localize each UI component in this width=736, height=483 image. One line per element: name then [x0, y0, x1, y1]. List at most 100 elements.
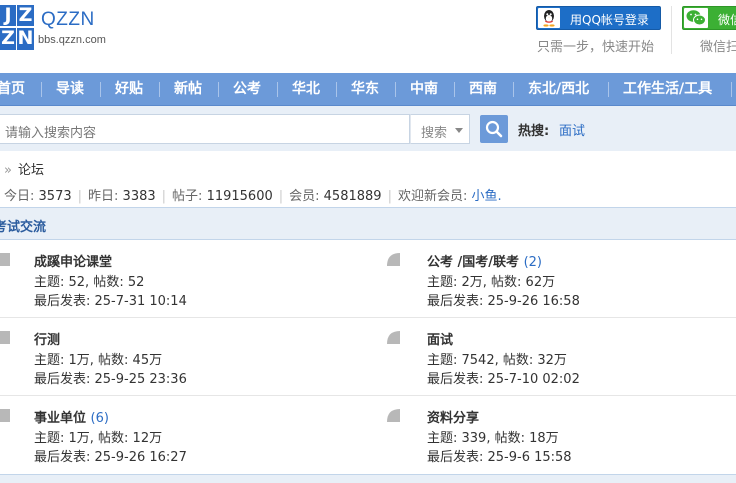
forum-item: 成蹊申论课堂 主题: 52, 帖数: 52 最后发表: 25-7-31 10:1…	[0, 240, 330, 310]
forum-title[interactable]: 行测	[34, 329, 60, 348]
forum-topics: 主题: 7542, 帖数: 32万	[427, 353, 567, 368]
forum-last-post[interactable]: 最后发表: 25-9-25 23:36	[34, 368, 187, 387]
nav-item-central-south[interactable]: 中南	[410, 73, 438, 106]
nav-item-civil-exam[interactable]: 公考	[233, 73, 261, 106]
search-type-select[interactable]: 搜索	[410, 114, 470, 144]
forum-topics: 主题: 1万, 帖数: 45万	[34, 353, 163, 368]
forum-topics: 主题: 339, 帖数: 18万	[427, 431, 559, 446]
forum-last-post[interactable]: 最后发表: 25-9-26 16:27	[34, 446, 187, 465]
forum-title[interactable]: 公考 /国考/联考 (2)	[427, 251, 542, 270]
forum-topics: 主题: 2万, 帖数: 62万	[427, 275, 556, 290]
wechat-login-subtext: 微信扫	[700, 40, 736, 55]
nav-item-east[interactable]: 华东	[351, 73, 379, 106]
stat-yesterday-label: 昨日:	[88, 189, 119, 204]
forum-icon	[387, 253, 400, 266]
forum-last-post[interactable]: 最后发表: 25-9-26 16:58	[427, 290, 580, 309]
wechat-login-button[interactable]: 微信	[682, 6, 736, 30]
qq-login-subtext: 只需一步，快速开始	[537, 40, 655, 55]
forum-list: 成蹊申论课堂 主题: 52, 帖数: 52 最后发表: 25-7-31 10:1…	[0, 240, 736, 474]
forum-last-post[interactable]: 最后发表: 25-7-10 02:02	[427, 368, 580, 387]
stat-posts-label: 帖子:	[172, 189, 203, 204]
nav-separator	[731, 82, 732, 97]
stat-yesterday-value: 3383	[122, 189, 156, 204]
wechat-login-label: 微信	[718, 13, 736, 27]
nav-separator	[277, 82, 278, 97]
forum-icon	[0, 253, 10, 266]
forum-icon	[0, 409, 10, 422]
search-bar: 请输入搜索内容 搜索 热搜: 面试	[0, 106, 736, 151]
site-logo[interactable]: J Z Z N	[0, 5, 34, 50]
forum-item: 资料分享 主题: 339, 帖数: 18万 最后发表: 25-9-6 15:58	[386, 396, 716, 466]
next-section-header	[0, 474, 736, 483]
site-header: J Z Z N QZZN bbs.qzzn.com 用QQ帐号登录 只需一步，快…	[0, 0, 736, 73]
forum-title[interactable]: 成蹊申论课堂	[34, 251, 112, 270]
chevron-down-icon	[455, 128, 463, 133]
nav-item-new[interactable]: 新帖	[174, 73, 202, 106]
nav-separator	[218, 82, 219, 97]
forum-stats: 今日: 3573 | 昨日: 3383 | 帖子: 11915600 | 会员: 45818…	[4, 189, 502, 204]
forum-name: 面试	[427, 333, 454, 348]
logo-tile: Z	[17, 4, 34, 26]
nav-item-southwest[interactable]: 西南	[469, 73, 497, 106]
search-icon	[485, 120, 503, 138]
section-title[interactable]: 考试交流	[0, 216, 46, 235]
nav-item-best[interactable]: 好贴	[115, 73, 143, 106]
nav-separator	[454, 82, 455, 97]
search-button[interactable]	[480, 115, 508, 143]
forum-title[interactable]: 资料分享	[427, 407, 479, 426]
nav-item-home[interactable]: 首页	[0, 73, 25, 106]
forum-last-post[interactable]: 最后发表: 25-7-31 10:14	[34, 290, 187, 309]
stat-today-label: 今日:	[4, 189, 35, 204]
nav-separator	[159, 82, 160, 97]
forum-new-count: (2)	[523, 255, 542, 270]
nav-separator	[395, 82, 396, 97]
forum-name: 资料分享	[427, 411, 480, 426]
search-placeholder: 请输入搜索内容	[5, 126, 97, 141]
search-input[interactable]: 请输入搜索内容	[0, 114, 410, 144]
forum-last-post[interactable]: 最后发表: 25-9-6 15:58	[427, 446, 572, 465]
header-divider	[671, 6, 672, 54]
hot-search-link[interactable]: 面试	[559, 120, 585, 139]
forum-new-count: (6)	[90, 411, 109, 426]
qq-penguin-icon	[538, 8, 560, 28]
forum-name: 公考 /国考/联考	[427, 255, 520, 270]
forum-topics: 主题: 52, 帖数: 52	[34, 275, 145, 290]
nav-item-northeast-northwest[interactable]: 东北/西北	[528, 73, 589, 106]
breadcrumb-current[interactable]: 论坛	[18, 163, 44, 178]
search-type-label: 搜索	[421, 126, 448, 141]
breadcrumb: » 论坛	[4, 159, 44, 178]
new-member-link[interactable]: 小鱼.	[471, 189, 501, 204]
nav-item-work-life-tools[interactable]: 工作生活/工具	[623, 73, 712, 106]
logo-tile: N	[17, 27, 34, 50]
forum-topics: 主题: 1万, 帖数: 12万	[34, 431, 163, 446]
stat-members-value: 4581889	[323, 189, 382, 204]
stat-welcome-label: 欢迎新会员:	[397, 189, 468, 204]
logo-name[interactable]: QZZN	[41, 9, 95, 31]
nav-item-north[interactable]: 华北	[292, 73, 320, 106]
nav-separator	[41, 82, 42, 97]
qq-login-label: 用QQ帐号登录	[570, 13, 649, 27]
nav-separator	[608, 82, 609, 97]
nav-item-guide[interactable]: 导读	[56, 73, 84, 106]
stat-members-label: 会员:	[289, 189, 320, 204]
forum-icon	[387, 409, 400, 422]
stat-posts-value: 11915600	[206, 189, 273, 204]
wechat-icon	[684, 8, 708, 28]
nav-separator	[513, 82, 514, 97]
logo-tile: J	[0, 5, 16, 26]
forum-item: 面试 主题: 7542, 帖数: 32万 最后发表: 25-7-10 02:02	[386, 318, 716, 388]
forum-name: 事业单位	[34, 411, 87, 426]
forum-icon	[0, 331, 10, 344]
forum-item: 事业单位 (6) 主题: 1万, 帖数: 12万 最后发表: 25-9-26 1…	[0, 396, 330, 466]
section-header: 考试交流	[0, 207, 736, 240]
nav-separator	[336, 82, 337, 97]
main-nav: 首页 导读 好贴 新帖 公考 华北 华东 中南 西南 东北/西北 工作生活/工具	[0, 73, 736, 106]
forum-title[interactable]: 面试	[427, 329, 453, 348]
forum-name: 成蹊申论课堂	[34, 255, 113, 270]
forum-icon	[387, 331, 400, 344]
logo-tile: Z	[0, 27, 16, 50]
qq-login-button[interactable]: 用QQ帐号登录	[536, 6, 661, 30]
logo-domain: bbs.qzzn.com	[38, 34, 106, 46]
nav-separator	[100, 82, 101, 97]
forum-title[interactable]: 事业单位 (6)	[34, 407, 109, 426]
